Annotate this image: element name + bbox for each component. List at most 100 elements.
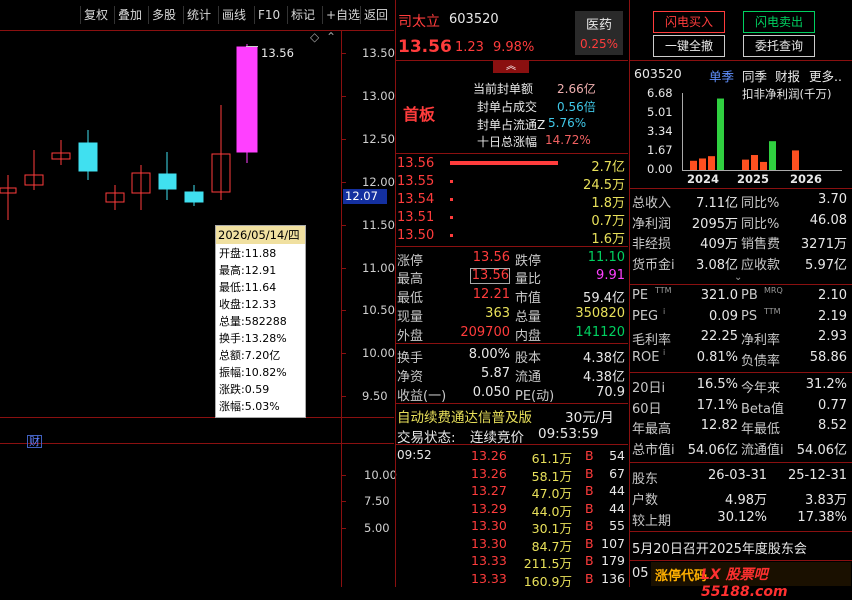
perf-value: 16.5%: [696, 377, 738, 392]
bar-baseline: [682, 170, 842, 171]
perf-value: 31.2%: [805, 377, 847, 392]
tooltip-open: 开盘:11.88: [219, 247, 277, 260]
tab-same-quarter[interactable]: 同季: [742, 66, 767, 85]
tick-row: 13.26 61.1万 B 54: [395, 448, 628, 466]
float-value: 4.38亿: [583, 370, 625, 385]
high-value: 13.56: [471, 268, 509, 283]
subscription-promo[interactable]: 自动续费通达信普及版: [397, 406, 532, 426]
toolbar-f10[interactable]: F10: [254, 6, 283, 24]
perf-value: 54.06亿: [796, 442, 847, 458]
tooltip-close: 收盘:12.33: [219, 298, 277, 311]
metrics-value: 46.08: [809, 212, 847, 228]
y-tick: [341, 139, 346, 140]
stock-code: 603520: [449, 12, 499, 27]
toolbar-add-watchlist[interactable]: +自选: [322, 6, 363, 24]
flash-sell-button[interactable]: 闪电卖出: [743, 11, 815, 33]
tab-more[interactable]: 更多..: [809, 66, 842, 85]
toolbar-restore-rights[interactable]: 复权: [80, 6, 111, 24]
tick-row: 13.29 44.0万 B 44: [395, 500, 628, 519]
y-tick: [341, 225, 346, 226]
toolbar-overlay[interactable]: 叠加: [114, 6, 145, 24]
toolbar-multi-stock[interactable]: 多股: [148, 6, 179, 24]
valuation-label-sup: i: [663, 347, 666, 357]
metrics-value: 3.08亿: [696, 257, 738, 273]
info-panel: 闪电买入 闪电卖出 一键全撤 委托查询 603520 单季 同季 财报 更多..…: [629, 0, 852, 600]
tooltip-change: 涨跌:0.59: [219, 383, 270, 396]
financial-report-marker[interactable]: 财: [27, 435, 42, 448]
tick-side: B: [585, 500, 594, 516]
limit-up-label: 涨停: [397, 254, 424, 269]
valuation-label: 毛利率: [632, 333, 672, 348]
order-volume: 1.6万: [591, 232, 625, 247]
divider: [395, 403, 628, 404]
toolbar-draw-line[interactable]: 画线: [218, 6, 249, 24]
tick-volume: 30.1万: [531, 521, 572, 536]
perf-value: 12.82: [700, 418, 738, 433]
valuation-value: 0.09: [709, 308, 738, 324]
kline-chart[interactable]: ◇ ⌃ 13.50 13.00 12.50 12.00 11.50 11.00 …: [0, 30, 397, 587]
y-tick: [341, 475, 346, 476]
metrics-value: 7.11亿: [696, 196, 738, 211]
chevron-down-icon[interactable]: ⌄: [734, 272, 742, 283]
profit-bar: [699, 158, 706, 170]
metrics-label: 货币金i: [632, 257, 675, 273]
metrics-label: 同比%: [741, 196, 780, 211]
tick-count: 67: [609, 465, 625, 481]
bar-year: 2024: [687, 172, 720, 186]
metrics-value: 3.70: [818, 192, 847, 207]
price-change: 1.23: [455, 40, 484, 55]
toolbar-back[interactable]: 返回: [360, 6, 391, 24]
divider: [629, 531, 852, 532]
tick-side: B: [585, 553, 594, 568]
candle-tooltip: 2026/05/14/四 开盘:11.88 最高:12.91 最低:11.64 …: [215, 225, 306, 418]
sector-box[interactable]: 医药 0.25%: [575, 11, 623, 55]
bar-y-label: 3.34: [647, 124, 673, 138]
outer-label: 外盘: [397, 329, 424, 344]
tab-single-quarter[interactable]: 单季: [709, 66, 734, 85]
collapse-icon[interactable]: ︽: [493, 61, 529, 73]
limit-up-value: 13.56: [472, 250, 510, 265]
flash-buy-button[interactable]: 闪电买入: [653, 11, 725, 33]
tick-side: B: [585, 570, 594, 586]
tick-price: 13.33: [471, 553, 507, 568]
tick-volume: 211.5万: [523, 556, 572, 571]
perf-label: 总市值i: [632, 442, 675, 458]
valuation-value: 2.10: [818, 288, 847, 303]
candle: [131, 165, 151, 210]
turnover-label: 换手: [397, 351, 424, 366]
tick-row: 13.30 30.1万 B 55: [395, 518, 628, 536]
tick-side: B: [585, 535, 594, 551]
tab-report[interactable]: 财报: [775, 66, 800, 85]
tooltip-amount: 总额:7.20亿: [219, 349, 281, 362]
order-price: 13.51: [397, 210, 435, 225]
valuation-label: 负债率: [741, 353, 781, 369]
profit-bar: [769, 141, 776, 170]
share-capital-label: 股本: [515, 351, 542, 366]
order-bar: [450, 180, 453, 183]
valuation-label: ROE: [632, 349, 660, 365]
nav-label: 净资: [397, 370, 424, 385]
divider: [395, 444, 628, 445]
tick-price: 13.29: [471, 500, 507, 516]
subscription-price[interactable]: 30元/月: [565, 406, 614, 426]
cancel-all-button[interactable]: 一键全撤: [653, 35, 725, 57]
toolbar-mark[interactable]: 标记: [287, 6, 318, 24]
metrics-value: 409万: [700, 237, 738, 252]
order-query-button[interactable]: 委托查询: [743, 35, 815, 57]
tooltip-volume: 总量:582288: [219, 315, 287, 328]
perf-value: 0.77: [818, 397, 847, 413]
bar-y-label: 0.00: [647, 162, 673, 176]
toolbar-statistics[interactable]: 统计: [183, 6, 214, 24]
notice-text[interactable]: 5月20日召开2025年度股东会: [632, 538, 807, 557]
order-price: 13.56: [397, 156, 435, 171]
high-price-label: 13.56: [261, 46, 294, 60]
divider: [629, 560, 852, 561]
candle: [211, 105, 231, 200]
metrics-label: 同比%: [741, 216, 780, 232]
candle: [51, 140, 71, 165]
tick-volume: 61.1万: [531, 451, 572, 466]
inner-value: 141120: [575, 325, 625, 340]
stock-name: 司太立: [398, 14, 440, 30]
valuation-label: PEG: [632, 308, 659, 324]
tick-volume: 44.0万: [531, 503, 572, 519]
